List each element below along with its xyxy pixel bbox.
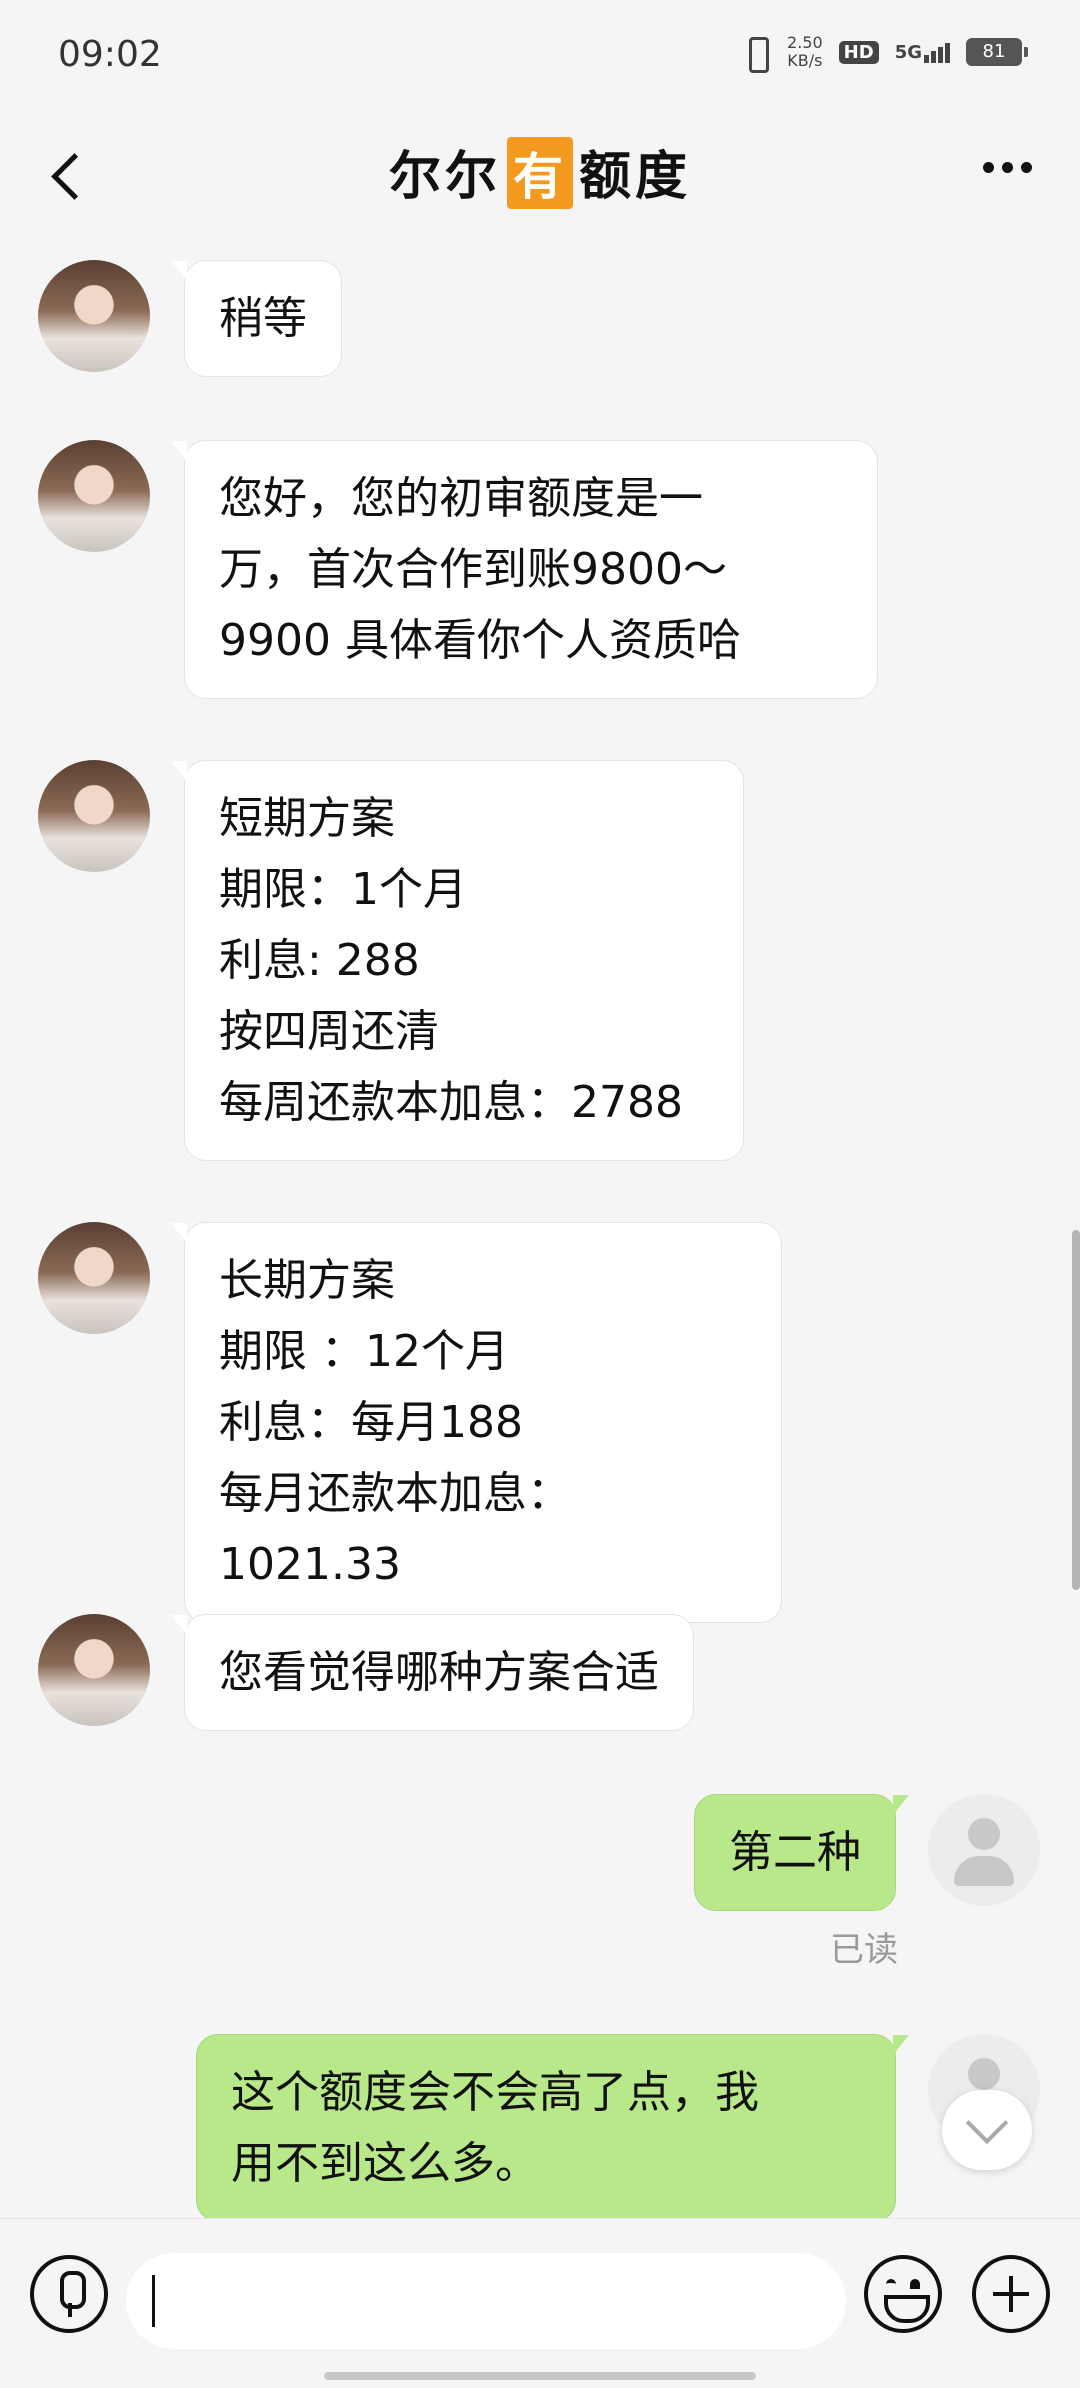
net-speed-unit: KB/s — [787, 51, 823, 70]
text-cursor — [152, 2275, 155, 2327]
contact-avatar[interactable] — [38, 760, 150, 872]
message-bubble[interactable]: 稍等 — [171, 260, 342, 377]
message-bubble[interactable]: 您好，您的初审额度是一 万，首次合作到账9800～ 9900 具体看你个人资质哈 — [171, 440, 878, 699]
net-speed: 2.50 KB/s — [787, 34, 823, 70]
status-icons: 2.50 KB/s HD 5G 81 — [741, 34, 1028, 73]
emoji-icon[interactable] — [864, 2255, 942, 2333]
message-bubble[interactable]: 短期方案 期限：1个月 利息: 288 按四周还清 每周还款本加息：2788 — [171, 760, 744, 1161]
read-status: 已读 — [830, 1930, 898, 1970]
scroll-down-icon[interactable] — [942, 2090, 1032, 2170]
message-bubble[interactable]: 第二种 — [694, 1794, 909, 1911]
message-bubble[interactable]: 长期方案 期限 ：12个月 利息：每月188 每月还款本加息：1021.33 — [171, 1222, 782, 1623]
title-badge: 有 — [507, 137, 573, 209]
contact-avatar[interactable] — [38, 1614, 150, 1726]
status-time: 09:02 — [58, 34, 162, 75]
message-bubble[interactable]: 这个额度会不会高了点，我 用不到这么多。 — [196, 2034, 909, 2218]
my-avatar[interactable] — [928, 1794, 1040, 1906]
chat-header: 尔尔有额度 — [0, 110, 1080, 240]
more-icon[interactable] — [983, 162, 1032, 173]
title-part-2: 额度 — [579, 147, 692, 207]
vibrate-icon — [741, 35, 771, 73]
scrollbar[interactable] — [1072, 1230, 1080, 1590]
chat-title: 尔尔有额度 — [0, 134, 1080, 209]
chat-messages[interactable]: 稍等 您好，您的初审额度是一 万，首次合作到账9800～ 9900 具体看你个人… — [0, 240, 1080, 2218]
contact-avatar[interactable] — [38, 1222, 150, 1334]
signal-icon: 5G — [895, 42, 950, 63]
net-speed-value: 2.50 — [787, 33, 823, 52]
message-input[interactable] — [126, 2253, 846, 2349]
network-type: 5G — [894, 41, 922, 63]
hd-icon: HD — [838, 40, 879, 64]
status-bar: 09:02 2.50 KB/s HD 5G 81 — [0, 0, 1080, 110]
home-indicator[interactable] — [324, 2372, 756, 2380]
message-bubble[interactable]: 您看觉得哪种方案合适 — [171, 1614, 694, 1731]
input-bar — [0, 2218, 1080, 2388]
contact-avatar[interactable] — [38, 260, 150, 372]
battery-icon: 81 — [966, 38, 1028, 66]
voice-icon[interactable] — [30, 2255, 108, 2333]
plus-icon[interactable] — [972, 2255, 1050, 2333]
contact-avatar[interactable] — [38, 440, 150, 552]
title-part-1: 尔尔 — [388, 147, 501, 207]
